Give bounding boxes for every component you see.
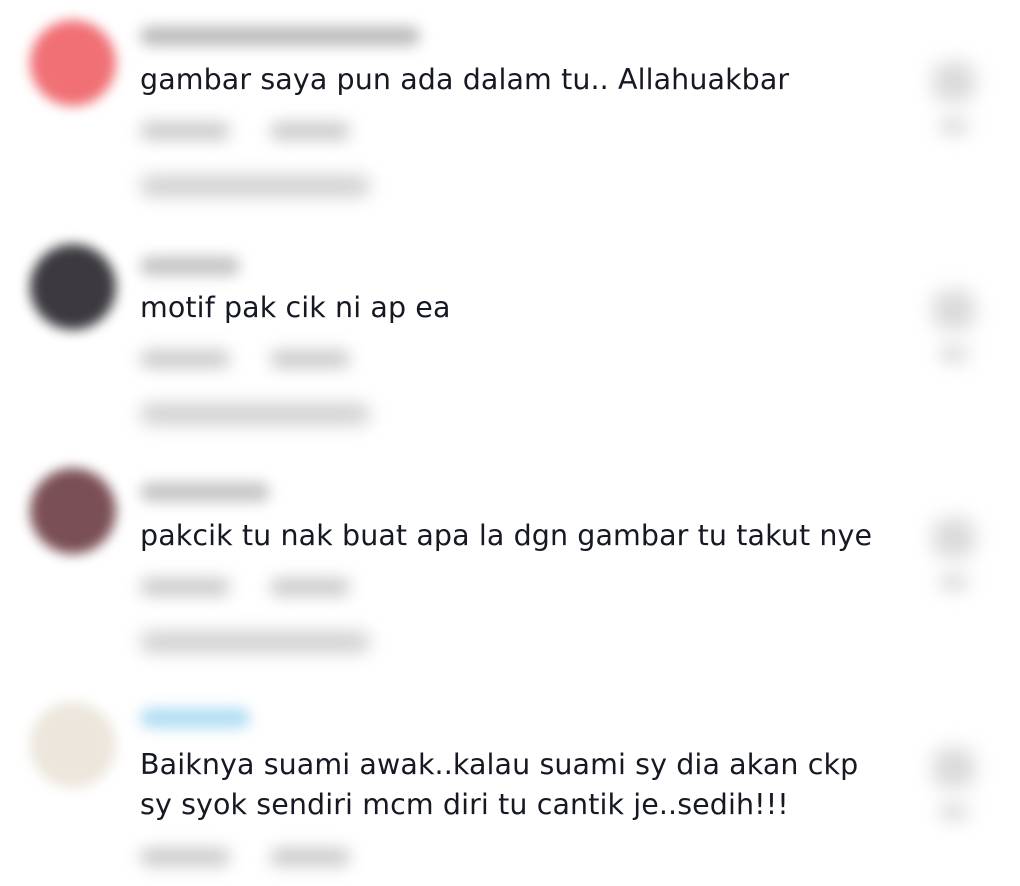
comment-text: motif pak cik ni ap ea	[140, 291, 451, 324]
avatar[interactable]	[30, 468, 116, 554]
reply-button[interactable]	[270, 350, 350, 368]
username[interactable]	[140, 482, 270, 502]
heart-icon[interactable]	[933, 748, 975, 788]
reply-button[interactable]	[270, 122, 350, 140]
comment-date	[140, 350, 230, 368]
comment-text: Baiknya suami awak..kalau suami sy dia a…	[140, 748, 859, 821]
like-count	[939, 804, 969, 820]
like-count	[939, 346, 969, 362]
view-replies-button[interactable]	[140, 404, 370, 424]
comment-date	[140, 578, 230, 596]
reply-button[interactable]	[270, 578, 350, 596]
like-control[interactable]	[925, 290, 983, 382]
username[interactable]	[140, 256, 240, 276]
like-control[interactable]	[925, 518, 983, 610]
comment-text: pakcik tu nak buat apa la dgn gambar tu …	[140, 519, 873, 552]
avatar[interactable]	[30, 244, 116, 330]
like-control[interactable]	[925, 62, 983, 154]
comment-date	[140, 122, 230, 140]
comment-meta	[140, 578, 360, 596]
heart-icon[interactable]	[933, 62, 975, 102]
like-count	[939, 574, 969, 590]
comment-date	[140, 848, 230, 866]
avatar[interactable]	[30, 702, 116, 788]
comment-meta	[140, 350, 360, 368]
view-replies-button[interactable]	[140, 632, 370, 652]
like-control[interactable]	[925, 748, 983, 840]
heart-icon[interactable]	[933, 518, 975, 558]
comment-meta	[140, 122, 360, 140]
comment-meta	[140, 848, 360, 866]
reply-button[interactable]	[270, 848, 350, 866]
view-replies-button[interactable]	[140, 176, 370, 196]
avatar[interactable]	[30, 20, 116, 106]
username[interactable]	[140, 708, 250, 728]
heart-icon[interactable]	[933, 290, 975, 330]
username[interactable]	[140, 26, 420, 46]
comment-text: gambar saya pun ada dalam tu.. Allahuakb…	[140, 63, 790, 96]
like-count	[939, 118, 969, 134]
